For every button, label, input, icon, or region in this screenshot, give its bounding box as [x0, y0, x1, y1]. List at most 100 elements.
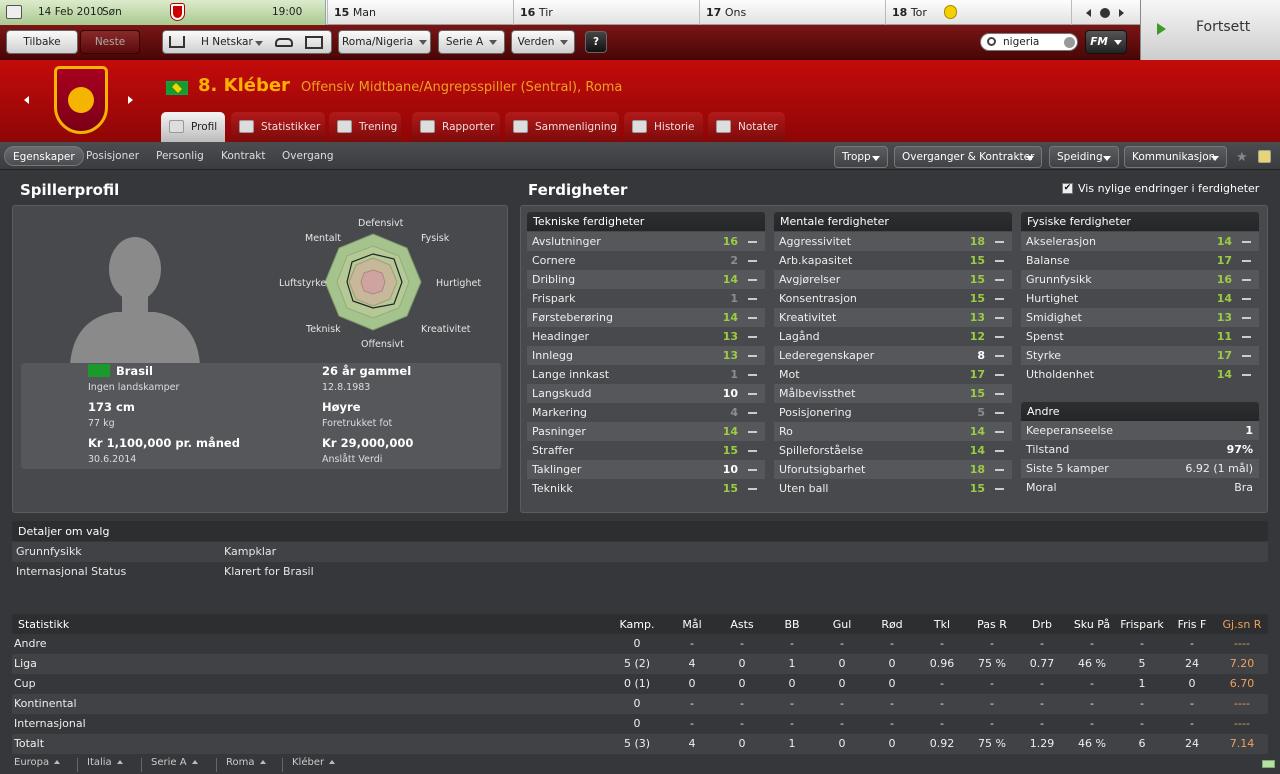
- skill-value: 15: [969, 254, 985, 267]
- skill-name: Lederegenskaper: [779, 349, 875, 362]
- current-time: 19:00: [272, 6, 303, 18]
- stats-cell: -: [740, 697, 744, 710]
- stats-cell: -: [1040, 677, 1044, 690]
- next-arrow-icon[interactable]: [1119, 9, 1124, 17]
- calendar-day-17[interactable]: 17 Ons: [699, 0, 884, 25]
- skill-value: 13: [722, 349, 738, 362]
- world-menu[interactable]: Verden: [511, 30, 575, 54]
- stats-col-header[interactable]: Kamp.: [607, 618, 667, 631]
- skill-value: 14: [722, 311, 738, 324]
- stats-cell: 7.20: [1229, 657, 1255, 670]
- stats-cell: 0: [838, 737, 846, 750]
- search-input[interactable]: nigeria: [980, 33, 1078, 51]
- skill-trend-icon: [748, 298, 757, 300]
- opponent-badge-icon[interactable]: [944, 5, 957, 19]
- subnav-kontrakt[interactable]: Kontrakt: [213, 146, 274, 166]
- add-note-icon[interactable]: [1258, 150, 1271, 163]
- match-shield-icon[interactable]: [171, 4, 184, 20]
- compare-icon: [513, 120, 528, 133]
- tab-rapporter[interactable]: Rapporter: [412, 112, 500, 142]
- tab-sammenligning[interactable]: Sammenligning: [505, 112, 619, 142]
- calendar-day-18[interactable]: 18 Tor: [885, 0, 1070, 25]
- skill-value: 16: [722, 235, 738, 248]
- subnav-posisjoner[interactable]: Posisjoner: [78, 146, 147, 166]
- radar-label-offensivt: Offensivt: [361, 339, 404, 350]
- tab-trening[interactable]: Trening: [329, 112, 401, 142]
- breadcrumb-item[interactable]: Serie A: [151, 756, 198, 774]
- breadcrumb-item[interactable]: Italia: [87, 756, 123, 774]
- skill-name: Aggressivitet: [779, 235, 852, 248]
- status-indicator-icon: [1262, 760, 1275, 768]
- skill-value: 12: [969, 330, 985, 343]
- stats-cell: -: [1090, 677, 1094, 690]
- subnav-egenskaper[interactable]: Egenskaper: [4, 146, 84, 166]
- tab-profil[interactable]: Profil: [161, 112, 225, 142]
- newspaper-icon[interactable]: [305, 36, 323, 49]
- back-button[interactable]: Tilbake: [6, 30, 78, 54]
- skill-row: Aggressivitet 18: [774, 232, 1012, 251]
- stats-cell: -: [840, 637, 844, 650]
- stats-row-label: Internasjonal: [14, 717, 86, 730]
- prev-club-arrow-icon[interactable]: [24, 96, 29, 104]
- skill-trend-icon: [748, 488, 757, 490]
- subnav-overgang[interactable]: Overgang: [274, 146, 342, 166]
- today-dot-icon[interactable]: [1100, 8, 1110, 18]
- day-number: 17: [706, 6, 722, 19]
- skill-row: Utholdenhet 14: [1021, 365, 1259, 384]
- subnav-personlig[interactable]: Personlig: [148, 146, 212, 166]
- next-button[interactable]: Neste: [80, 30, 140, 54]
- stats-cell: 75 %: [978, 657, 1006, 670]
- next-club-arrow-icon[interactable]: [128, 96, 133, 104]
- scouting-menu[interactable]: Speiding: [1049, 146, 1119, 168]
- car-icon[interactable]: [275, 38, 293, 47]
- current-date: 14 Feb 2010: [38, 6, 104, 18]
- skill-trend-icon: [748, 393, 757, 395]
- breadcrumb-item[interactable]: Europa: [14, 756, 61, 774]
- stats-row: Cup 0 (1) 0 0 0 0 0 - - - - 1 0 6.70: [12, 674, 1268, 694]
- transfers-contracts-menu[interactable]: Overganger & Kontrakter: [894, 146, 1042, 168]
- wage: Kr 1,100,000 pr. måned: [88, 436, 240, 450]
- continue-button[interactable]: Fortsett: [1140, 0, 1280, 60]
- tab-statistikker[interactable]: Statistikker: [231, 112, 325, 142]
- help-button[interactable]: ?: [585, 31, 607, 53]
- tab-label: Sammenligning: [535, 121, 618, 133]
- calendar-day-15[interactable]: 15 Man: [327, 0, 512, 25]
- skill-trend-icon: [1242, 336, 1251, 338]
- stats-cell: -: [940, 677, 944, 690]
- skill-name: Grunnfysikk: [1026, 273, 1092, 286]
- skill-name: Kreativitet: [779, 311, 837, 324]
- star-icon[interactable]: ★: [1236, 150, 1248, 165]
- stats-title: Statistikk: [18, 618, 70, 631]
- prev-arrow-icon[interactable]: [1086, 9, 1091, 17]
- communication-menu[interactable]: Kommunikasjon: [1124, 146, 1227, 168]
- clear-search-icon[interactable]: [1064, 37, 1075, 48]
- skill-trend-icon: [995, 260, 1004, 262]
- skill-value: 14: [1216, 235, 1232, 248]
- skill-row: Langskudd 10: [527, 384, 765, 403]
- stats-cell: 0: [888, 657, 896, 670]
- calendar-day-16[interactable]: 16 Tir: [513, 0, 698, 25]
- breadcrumb-item[interactable]: Kléber: [292, 756, 336, 774]
- skill-row: Lagånd 12: [774, 327, 1012, 346]
- recent-changes-checkbox[interactable]: ✔: [1062, 183, 1073, 194]
- breadcrumb-item[interactable]: Roma: [226, 756, 266, 774]
- tab-notater[interactable]: Notater: [708, 112, 785, 142]
- league-menu[interactable]: Serie A: [438, 30, 505, 54]
- skill-name: Markering: [532, 406, 588, 419]
- fm-menu[interactable]: FM: [1085, 30, 1127, 54]
- home-icon[interactable]: [169, 36, 185, 48]
- current-day-cell[interactable]: 14 Feb 2010 Søn 19:00: [0, 0, 326, 25]
- stats-col-header[interactable]: Gj.sn R: [1212, 618, 1272, 631]
- match-menu[interactable]: Roma/Nigeria: [338, 30, 431, 54]
- skill-trend-icon: [1242, 298, 1251, 300]
- caps: Ingen landskamper: [88, 382, 180, 393]
- skill-name: Cornere: [532, 254, 576, 267]
- continue-arrow-icon: [1157, 23, 1166, 35]
- tropp-menu[interactable]: Tropp: [834, 146, 888, 168]
- calendar-icon[interactable]: [6, 5, 22, 19]
- tab-historie[interactable]: Historie: [624, 112, 703, 142]
- stats-cell: 0: [838, 677, 846, 690]
- stats-cell: -: [690, 637, 694, 650]
- team-menu[interactable]: H Netskar: [162, 30, 332, 54]
- skill-name: Utholdenhet: [1026, 368, 1094, 381]
